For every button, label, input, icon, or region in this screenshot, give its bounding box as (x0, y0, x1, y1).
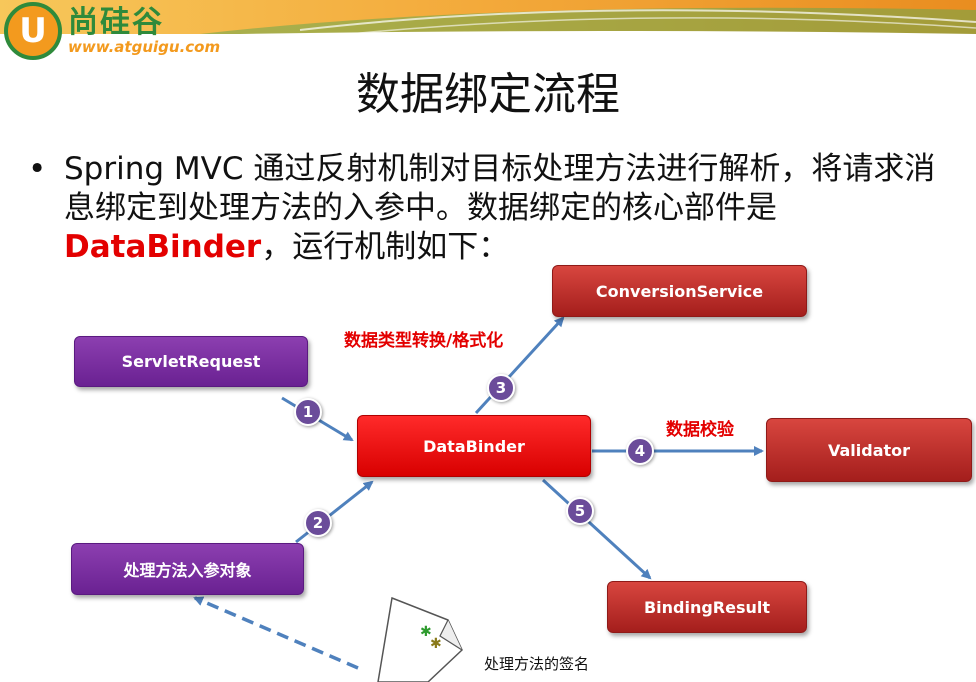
document-icon: ✱ ✱ (377, 596, 463, 682)
node-servlet-request: ServletRequest (74, 336, 308, 387)
step-badge-2: 2 (304, 509, 332, 537)
node-binding-result: BindingResult (607, 581, 807, 633)
step-badge-3: 3 (487, 374, 515, 402)
node-data-binder: DataBinder (357, 415, 591, 477)
node-param-object: 处理方法入参对象 (71, 543, 304, 595)
edge-label-conversion: 数据类型转换/格式化 (344, 331, 504, 351)
step-badge-1: 1 (294, 398, 322, 426)
node-validator: Validator (766, 418, 972, 482)
signature-caption: 处理方法的签名 (484, 655, 590, 673)
arrow-binder-to-bindingresult (541, 478, 652, 580)
arrow-signature-to-param (193, 596, 359, 670)
step-badge-4: 4 (626, 437, 654, 465)
step-badge-5: 5 (566, 497, 594, 525)
node-conversion-service: ConversionService (552, 265, 807, 317)
edge-label-validation: 数据校验 (666, 420, 734, 440)
svg-text:✱: ✱ (430, 636, 442, 652)
